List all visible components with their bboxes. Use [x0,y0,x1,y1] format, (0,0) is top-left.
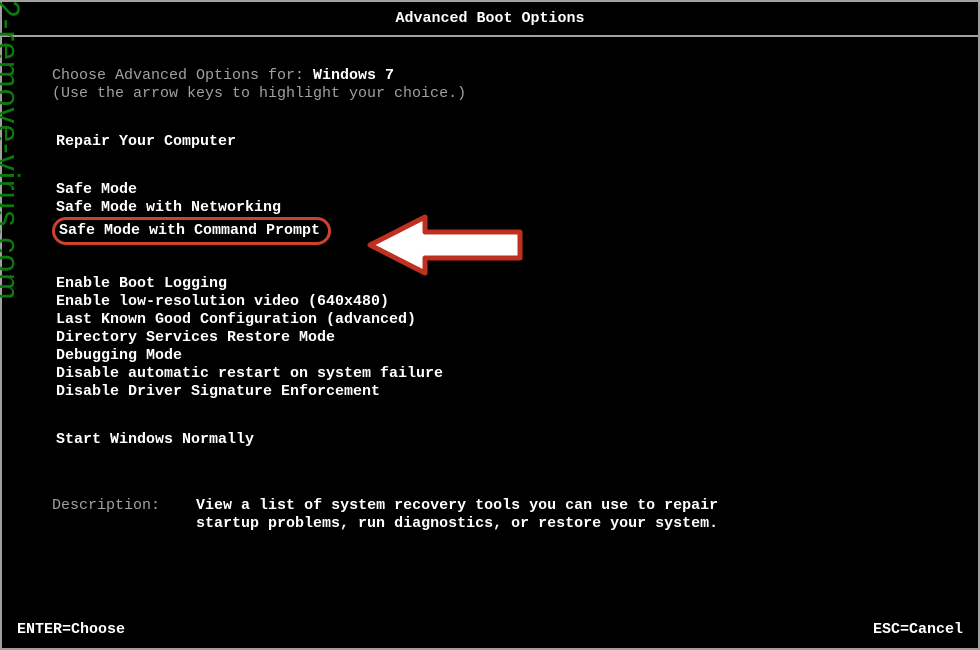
boot-screen: Advanced Boot Options Choose Advanced Op… [0,0,980,650]
menu-safe-mode-networking[interactable]: Safe Mode with Networking [52,199,285,217]
footer-enter: ENTER=Choose [17,621,125,638]
pointer-arrow-overlay [360,200,540,295]
os-name: Windows 7 [313,67,394,84]
menu-disable-driver-sig[interactable]: Disable Driver Signature Enforcement [52,383,384,401]
menu-last-known-good[interactable]: Last Known Good Configuration (advanced) [52,311,420,329]
menu-disable-restart[interactable]: Disable automatic restart on system fail… [52,365,447,383]
menu-repair[interactable]: Repair Your Computer [52,133,240,151]
page-title: Advanced Boot Options [2,2,978,37]
menu-debugging[interactable]: Debugging Mode [52,347,186,365]
hint-line: (Use the arrow keys to highlight your ch… [52,85,928,103]
arrow-icon [360,200,540,290]
menu-boot-logging[interactable]: Enable Boot Logging [52,275,231,293]
menu-low-res[interactable]: Enable low-resolution video (640x480) [52,293,393,311]
description-label: Description: [52,497,160,514]
menu-normal-section: Start Windows Normally [52,431,928,449]
description-block: Description: View a list of system recov… [52,497,928,533]
description-text-1: View a list of system recovery tools you… [196,497,718,514]
menu-safe-mode-cmd-highlighted[interactable]: Safe Mode with Command Prompt [52,217,331,245]
intro-line: Choose Advanced Options for: Windows 7 [52,67,928,85]
menu-start-normally[interactable]: Start Windows Normally [52,431,258,449]
footer-esc: ESC=Cancel [873,621,963,638]
menu-safe-mode[interactable]: Safe Mode [52,181,141,199]
menu-repair-section: Repair Your Computer [52,133,928,151]
description-text-2: startup problems, run diagnostics, or re… [196,515,718,532]
menu-directory-restore[interactable]: Directory Services Restore Mode [52,329,339,347]
footer-bar: ENTER=Choose ESC=Cancel [17,621,963,638]
